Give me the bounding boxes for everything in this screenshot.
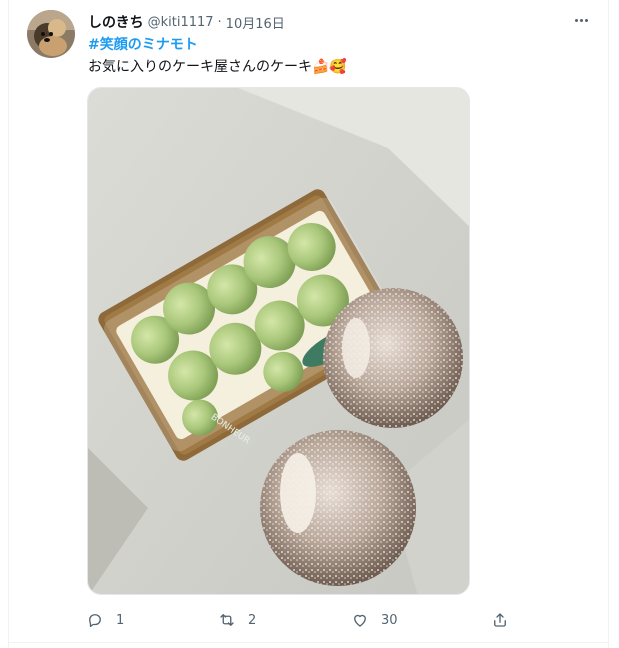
like-icon [354,614,366,627]
reply-button[interactable]: 1 [86,606,124,634]
user-handle[interactable]: @kiti1117 [148,15,214,30]
tweet-photo[interactable]: BONHEUR [87,87,470,595]
retweet-button[interactable]: 2 [218,606,256,634]
hashtag-link[interactable]: #笑顔のミナモト [88,34,198,54]
cake-photo: BONHEUR [88,88,469,594]
tweet-text: お気に入りのケーキ屋さんのケーキ🍰🥰 [88,56,347,76]
tweet-body: お気に入りのケーキ屋さんのケーキ [88,59,312,75]
share-button[interactable] [491,606,509,634]
tweet-date[interactable]: 10月16日 [226,13,285,32]
reply-icon [89,614,101,628]
action-bar: 1 2 30 [80,606,520,634]
tweet-emojis: 🍰🥰 [312,59,347,75]
avatar[interactable] [27,10,75,58]
tweet-header: しのきち @kiti1117 · 10月16日 [88,12,285,32]
separator: · [217,14,222,30]
divider [8,642,609,643]
display-name[interactable]: しのきち [88,12,144,32]
like-button[interactable]: 30 [351,606,398,634]
retweet-count: 2 [248,612,257,628]
share-icon [494,613,506,627]
like-count: 30 [381,612,398,628]
more-icon[interactable] [570,10,592,30]
reply-count: 1 [116,612,125,628]
retweet-icon [220,614,234,626]
